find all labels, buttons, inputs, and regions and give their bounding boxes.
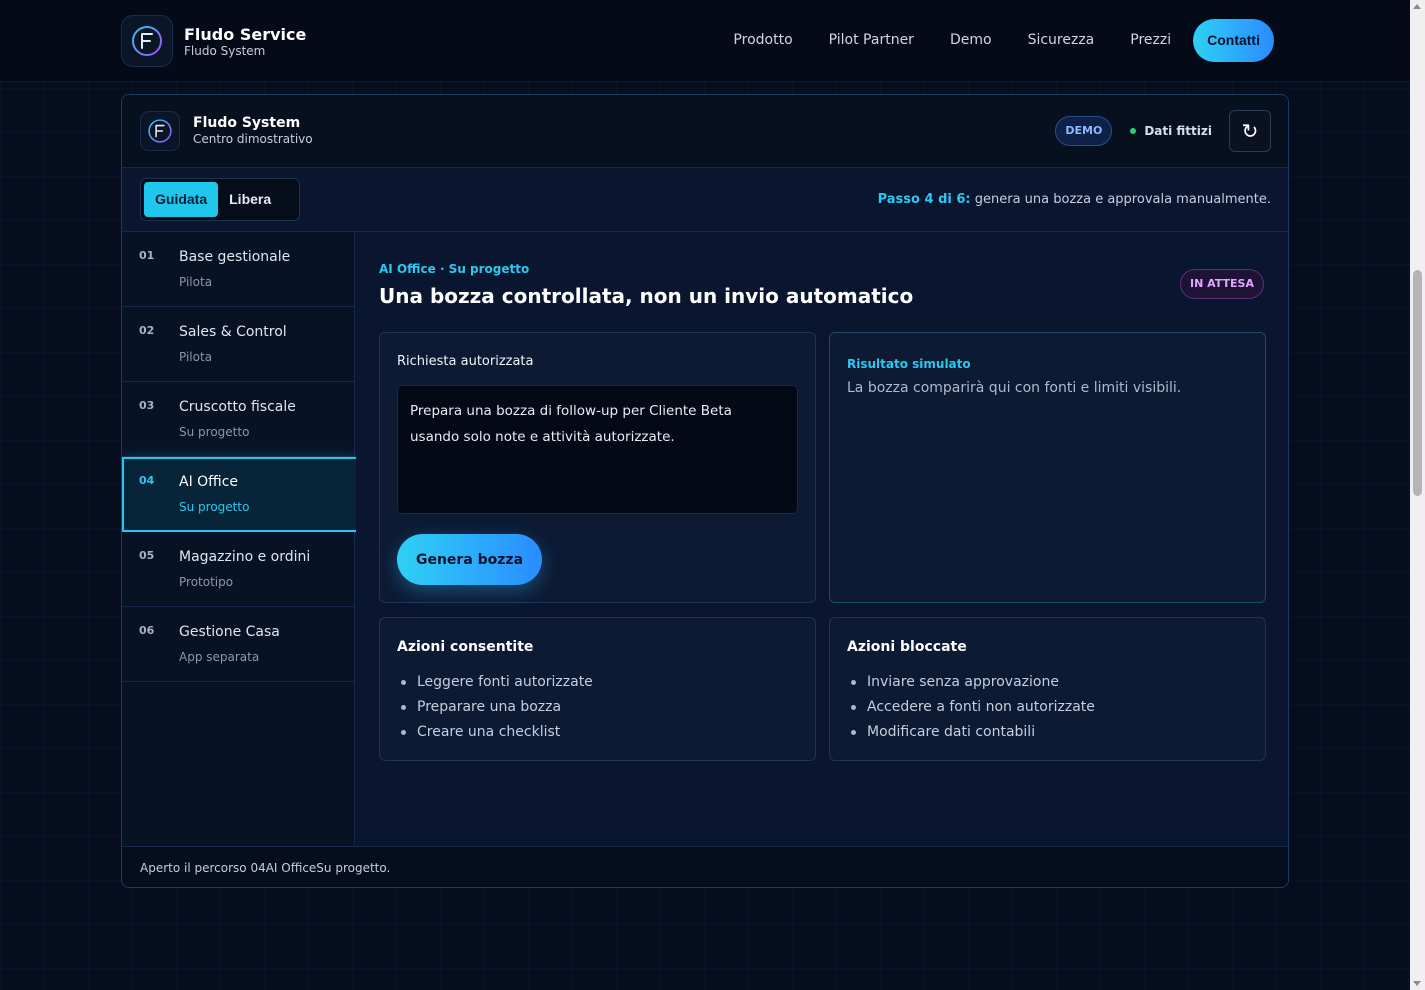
scroll-thumb[interactable] — [1413, 270, 1422, 496]
list-item: Accedere a fonti non autorizzate — [847, 695, 1095, 720]
main-nav: Prodotto Pilot Partner Demo Sicurezza Pr… — [697, 19, 1274, 62]
brand-subtitle: Fludo System — [184, 43, 266, 58]
nav-link-prodotto[interactable]: Prodotto — [733, 19, 792, 62]
content-eyebrow: AI Office · Su progetto — [379, 262, 530, 276]
steps-sidebar: 01 Base gestionale Pilota 02 Sales & Con… — [122, 232, 359, 846]
step-title: Base gestionale — [179, 249, 291, 265]
step-status: App separata — [179, 650, 260, 664]
mode-guided-button[interactable]: Guidata — [144, 182, 219, 217]
allowed-actions-card: Azioni consentite Leggere fonti autorizz… — [379, 617, 816, 761]
scroll-down-icon[interactable] — [1413, 981, 1421, 986]
step-status: Pilota — [179, 350, 213, 364]
content-title: Una bozza controllata, non un invio auto… — [379, 284, 914, 308]
nav-link-sicurezza[interactable]: Sicurezza — [1028, 19, 1095, 62]
demo-panel: Fludo System Centro dimostrativo DEMO Da… — [121, 94, 1289, 888]
refresh-button[interactable]: ↻ — [1229, 110, 1271, 152]
mode-bar: Guidata Libera Passo 4 di 6: genera una … — [122, 168, 1288, 232]
brand-title: Fludo Service — [184, 24, 307, 44]
status-dot-icon — [1130, 128, 1137, 134]
allowed-actions-list: Leggere fonti autorizzate Preparare una … — [397, 670, 593, 745]
blocked-actions-card: Azioni bloccate Inviare senza approvazio… — [829, 617, 1266, 761]
panel-title: Fludo System — [193, 115, 301, 131]
step-item-02[interactable]: 02 Sales & Control Pilota — [122, 307, 354, 382]
fake-data-indicator: Dati fittizi — [1130, 124, 1212, 138]
panel-subtitle: Centro dimostrativo — [193, 132, 313, 146]
nav-link-demo[interactable]: Demo — [950, 19, 992, 62]
step-item-03[interactable]: 03 Cruscotto fiscale Su progetto — [122, 382, 354, 457]
step-title: Sales & Control — [179, 324, 287, 340]
step-status: Pilota — [179, 275, 213, 289]
status-log: Aperto il percorso 04AI OfficeSu progett… — [122, 846, 1288, 887]
step-number: 01 — [139, 249, 155, 262]
step-progress-text: genera una bozza e approvala manualmente… — [970, 192, 1271, 207]
result-label: Risultato simulato — [847, 357, 971, 371]
contatti-button[interactable]: Contatti — [1193, 19, 1274, 62]
result-text: La bozza comparirà qui con fonti e limit… — [847, 380, 1182, 396]
refresh-icon: ↻ — [1241, 120, 1259, 143]
step-number: 06 — [139, 624, 155, 637]
brand[interactable]: Fludo Service Fludo System — [121, 15, 306, 67]
step-item-01[interactable]: 01 Base gestionale Pilota — [122, 232, 354, 307]
nav-link-pilot-partner[interactable]: Pilot Partner — [829, 19, 914, 62]
step-status: Su progetto — [179, 425, 250, 439]
list-item: Modificare dati contabili — [847, 720, 1095, 745]
step-status: Su progetto — [179, 500, 250, 514]
step-item-04[interactable]: 04 AI Office Su progetto — [122, 457, 359, 532]
allowed-actions-title: Azioni consentite — [397, 639, 534, 655]
step-progress-info: Passo 4 di 6: genera una bozza e approva… — [878, 192, 1271, 207]
fake-data-label: Dati fittizi — [1144, 124, 1212, 138]
list-item: Creare una checklist — [397, 720, 593, 745]
step-number: 04 — [139, 474, 155, 487]
generate-draft-button[interactable]: Genera bozza — [397, 534, 542, 585]
blocked-actions-title: Azioni bloccate — [847, 639, 967, 655]
step-title: AI Office — [179, 474, 239, 490]
result-card: Risultato simulato La bozza comparirà qu… — [829, 332, 1266, 603]
mode-toggle: Guidata Libera — [140, 178, 300, 221]
step-progress-highlight: Passo 4 di 6: — [877, 192, 971, 207]
step-title: Cruscotto fiscale — [179, 399, 296, 415]
step-content: AI Office · Su progetto Una bozza contro… — [356, 232, 1288, 846]
step-status: Prototipo — [179, 575, 234, 589]
list-item: Leggere fonti autorizzate — [397, 670, 593, 695]
demo-badge: DEMO — [1055, 116, 1113, 146]
panel-brand: Fludo System Centro dimostrativo — [140, 111, 313, 151]
top-navbar: Fludo Service Fludo System Prodotto Pilo… — [0, 0, 1410, 82]
request-label: Richiesta autorizzata — [397, 354, 534, 369]
step-item-05[interactable]: 05 Magazzino e ordini Prototipo — [122, 532, 354, 607]
step-title: Magazzino e ordini — [179, 549, 311, 565]
panel-header: Fludo System Centro dimostrativo DEMO Da… — [122, 95, 1288, 168]
step-number: 03 — [139, 399, 155, 412]
fludo-logo-icon — [140, 111, 180, 151]
status-badge: IN ATTESA — [1180, 269, 1264, 299]
step-number: 02 — [139, 324, 155, 337]
fludo-logo-icon — [121, 15, 173, 67]
step-item-06[interactable]: 06 Gestione Casa App separata — [122, 607, 354, 682]
step-title: Gestione Casa — [179, 624, 280, 640]
list-item: Inviare senza approvazione — [847, 670, 1095, 695]
request-input[interactable]: Prepara una bozza di follow-up per Clien… — [397, 385, 798, 514]
scroll-up-icon[interactable] — [1413, 4, 1421, 9]
request-card: Richiesta autorizzata Prepara una bozza … — [379, 332, 816, 603]
page-scrollbar[interactable] — [1410, 0, 1425, 990]
step-number: 05 — [139, 549, 155, 562]
nav-link-prezzi[interactable]: Prezzi — [1130, 19, 1171, 62]
list-item: Preparare una bozza — [397, 695, 593, 720]
blocked-actions-list: Inviare senza approvazione Accedere a fo… — [847, 670, 1095, 745]
mode-free-button[interactable]: Libera — [218, 182, 282, 217]
